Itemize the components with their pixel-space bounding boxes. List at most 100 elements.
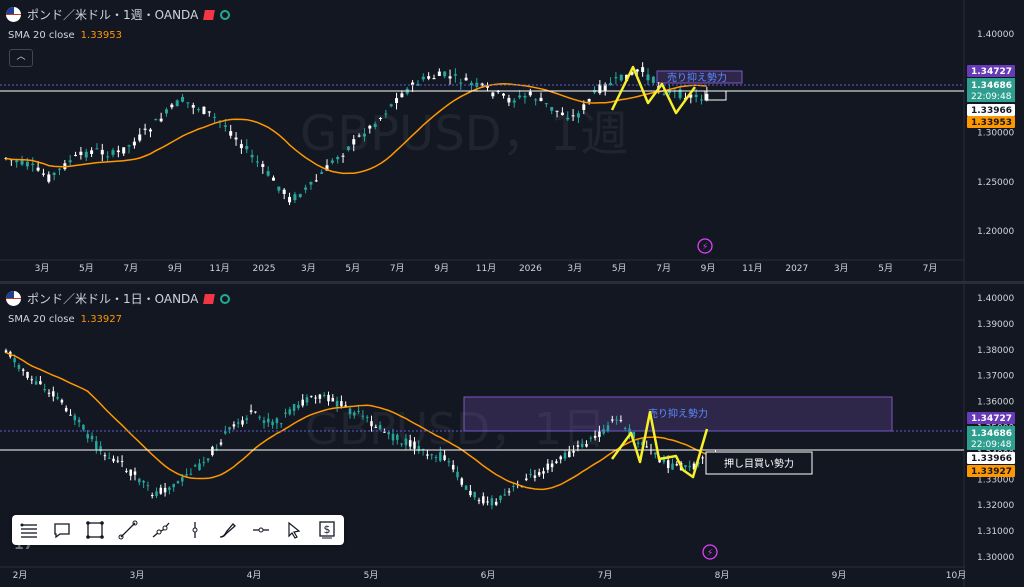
candle-body: [572, 450, 575, 453]
candle-body: [202, 106, 206, 115]
candle-body: [559, 456, 562, 460]
candle-body: [197, 109, 201, 111]
candle-body: [636, 442, 640, 444]
price-label-icon[interactable]: $: [315, 518, 339, 542]
candle-body: [448, 76, 452, 79]
time-tick-label: 5月: [345, 263, 360, 274]
market-status-icon[interactable]: [220, 9, 231, 20]
cursor-icon[interactable]: [282, 518, 306, 542]
candle-body: [694, 94, 698, 98]
candle-body: [31, 163, 35, 165]
candle-body: [255, 161, 259, 163]
price-tick-label: 1.39000: [977, 320, 1014, 330]
price-tick-label: 1.25000: [977, 178, 1014, 188]
weekly-chart-canvas[interactable]: GBPUSD，1週1.400001.350001.300001.250001.2…: [0, 0, 1024, 281]
candle-body: [327, 394, 330, 402]
candle-body: [335, 400, 339, 407]
candle-body: [43, 388, 46, 391]
candle-body: [615, 419, 618, 421]
candle-body: [106, 156, 110, 158]
candle-body: [305, 397, 309, 403]
vertical-line-icon[interactable]: [183, 518, 207, 542]
candle-body: [279, 423, 283, 425]
candle-body: [314, 180, 318, 182]
comment-icon[interactable]: [50, 518, 74, 542]
candle-body: [198, 463, 201, 471]
candle-body: [111, 150, 115, 155]
market-status-icon[interactable]: [220, 293, 231, 304]
countdown-badge: 22:09:48: [971, 440, 1012, 450]
candle-body: [384, 113, 388, 115]
candle-body: [571, 115, 575, 117]
candle-body: [262, 420, 266, 423]
candle-body: [675, 464, 679, 466]
trend-line-icon[interactable]: [116, 518, 140, 542]
horizontal-ray-icon[interactable]: [249, 518, 273, 542]
candle-body: [60, 399, 64, 403]
candle-body: [426, 454, 429, 456]
candle-body: [271, 421, 274, 426]
weekly-chart-pane[interactable]: ポンド／米ドル・1週・OANDA SMA 20 close 1.33953 ︿ G…: [0, 0, 1024, 281]
candle-body: [13, 358, 16, 363]
candle-body: [503, 494, 507, 496]
rectangle-icon[interactable]: [83, 518, 107, 542]
time-tick-label: 9月: [832, 570, 847, 581]
indicator-name: SMA 20 close: [8, 314, 75, 325]
time-tick-label: 7月: [598, 570, 613, 581]
daily-indicator-legend[interactable]: SMA 20 close 1.33927: [8, 314, 122, 325]
candle-body: [288, 196, 292, 203]
indicator-value: 1.33953: [80, 30, 123, 41]
ray-icon[interactable]: [149, 518, 173, 542]
candle-body: [701, 457, 704, 459]
last-price-badge: 1.34686: [971, 429, 1012, 439]
candle-body: [589, 437, 593, 439]
candle-body: [129, 469, 132, 476]
candle-body: [224, 431, 227, 434]
horizontal-lines-icon[interactable]: [17, 518, 41, 542]
support-label: 押し目買い勢力: [724, 457, 794, 470]
candle-body: [211, 446, 214, 456]
candle-body: [155, 491, 158, 497]
candle-body: [181, 96, 185, 102]
candle-body: [181, 477, 184, 482]
candle-body: [100, 149, 104, 155]
candle-body: [512, 100, 516, 103]
candle-body: [357, 135, 361, 137]
candle-body: [322, 395, 326, 397]
candle-body: [254, 411, 257, 413]
candle-body: [447, 461, 451, 463]
time-tick-label: 5月: [612, 263, 627, 274]
candle-body: [122, 147, 126, 154]
time-tick-label: 6月: [481, 570, 496, 581]
candle-body: [341, 155, 345, 157]
candle-body: [186, 102, 190, 104]
candle-body: [95, 441, 98, 450]
candle-body: [133, 471, 137, 475]
candle-body: [654, 452, 657, 455]
brush-icon[interactable]: [216, 518, 240, 542]
candle-body: [84, 151, 88, 158]
candle-body: [499, 495, 502, 500]
candle-body: [437, 71, 441, 76]
candle-body: [486, 501, 489, 503]
candle-body: [143, 128, 147, 130]
weekly-indicator-legend[interactable]: SMA 20 close 1.33953: [8, 30, 122, 41]
daily-symbol-title[interactable]: ポンド／米ドル・1日・OANDA: [27, 290, 198, 307]
candle-body: [365, 416, 369, 418]
time-tick-label: 3月: [834, 263, 849, 274]
time-tick-label: 10月: [946, 570, 966, 581]
candle-body: [79, 151, 83, 156]
candle-body: [261, 164, 265, 167]
candle-body: [459, 82, 463, 84]
candle-body: [73, 415, 77, 421]
candle-body: [340, 401, 343, 407]
time-tick-label: 3月: [301, 263, 316, 274]
collapse-legend-button[interactable]: ︿: [9, 49, 33, 67]
gbp-usd-flag-icon: [6, 291, 21, 306]
price-tick-label: 1.40000: [977, 294, 1014, 304]
candle-body: [298, 194, 302, 198]
candle-body: [490, 498, 494, 506]
candle-body: [550, 107, 554, 111]
candle-body: [159, 487, 163, 494]
weekly-symbol-title[interactable]: ポンド／米ドル・1週・OANDA: [27, 6, 198, 23]
